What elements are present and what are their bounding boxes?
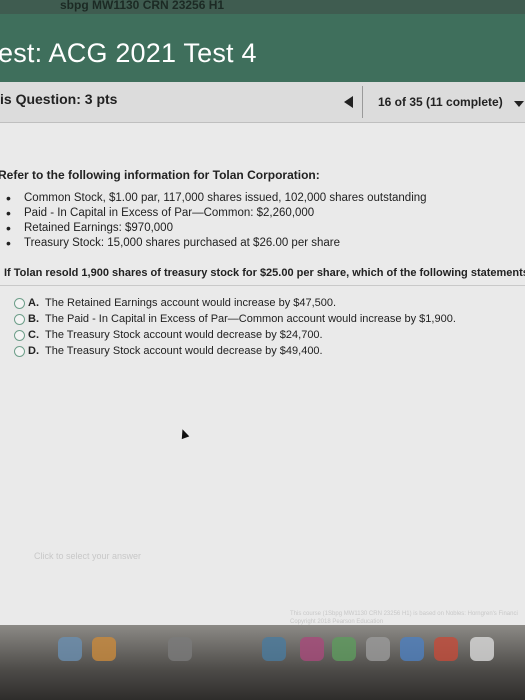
- list-item: Retained Earnings: $970,000: [0, 221, 427, 236]
- option-letter: A.: [28, 297, 39, 309]
- option-text: The Retained Earnings account would incr…: [45, 297, 337, 309]
- question-points: is Question: 3 pts: [0, 91, 118, 107]
- radio-icon[interactable]: [14, 330, 25, 341]
- page-title: est: ACG 2021 Test 4: [0, 38, 257, 68]
- copyright-footer: This course (1Sbpg MW1130 CRN 23256 H1) …: [290, 610, 525, 626]
- answer-option-c[interactable]: C. The Treasury Stock account would decre…: [14, 327, 456, 343]
- divider: [362, 86, 363, 118]
- app-icon[interactable]: [92, 637, 116, 661]
- option-text: The Treasury Stock account would decreas…: [45, 329, 323, 341]
- footer-course-text: This course (1Sbpg MW1130 CRN 23256 H1) …: [290, 611, 518, 617]
- mouse-cursor-icon: [178, 427, 190, 440]
- radio-icon[interactable]: [14, 346, 25, 357]
- calendar-icon[interactable]: [168, 637, 192, 661]
- app-icon[interactable]: [58, 637, 82, 661]
- chevron-down-icon[interactable]: [514, 101, 524, 107]
- app-icon[interactable]: [400, 637, 424, 661]
- option-letter: B.: [28, 313, 39, 325]
- taskbar-dock: [0, 625, 525, 700]
- app-icon[interactable]: [470, 637, 494, 661]
- facts-list: Common Stock, $1.00 par, 117,000 shares …: [0, 191, 427, 251]
- answer-option-b[interactable]: B. The Paid - In Capital in Excess of Par…: [14, 311, 456, 327]
- app-icon[interactable]: [366, 637, 390, 661]
- question-progress-select[interactable]: 16 of 35 (11 complete): [378, 95, 503, 109]
- divider: [0, 285, 525, 286]
- option-text: The Paid - In Capital in Excess of Par—C…: [45, 313, 456, 325]
- option-text: The Treasury Stock account would decreas…: [45, 345, 323, 357]
- app-window: sbpg MW1130 CRN 23256 H1 est: ACG 2021 T…: [0, 0, 525, 700]
- app-icon[interactable]: [332, 637, 356, 661]
- answer-hint: Click to select your answer: [34, 551, 142, 561]
- question-content: Refer to the following information for T…: [0, 123, 525, 700]
- app-icon[interactable]: [262, 637, 286, 661]
- list-item: Treasury Stock: 15,000 shares purchased …: [0, 236, 427, 251]
- option-letter: C.: [28, 329, 39, 341]
- answer-options: A. The Retained Earnings account would in…: [14, 295, 456, 359]
- question-intro: Refer to the following information for T…: [0, 168, 320, 182]
- app-icon[interactable]: [434, 637, 458, 661]
- question-text: If Tolan resold 1,900 shares of treasury…: [4, 267, 525, 279]
- list-item: Common Stock, $1.00 par, 117,000 shares …: [0, 191, 427, 206]
- test-header: est: ACG 2021 Test 4: [0, 14, 525, 82]
- list-item: Paid - In Capital in Excess of Par—Commo…: [0, 206, 427, 221]
- app-icon[interactable]: [300, 637, 324, 661]
- option-letter: D.: [28, 345, 39, 357]
- previous-question-icon[interactable]: [344, 96, 353, 108]
- question-bar: is Question: 3 pts 16 of 35 (11 complete…: [0, 82, 525, 123]
- answer-option-d[interactable]: D. The Treasury Stock account would decre…: [14, 343, 456, 359]
- radio-icon[interactable]: [14, 298, 25, 309]
- course-strip: sbpg MW1130 CRN 23256 H1: [0, 0, 525, 14]
- answer-option-a[interactable]: A. The Retained Earnings account would in…: [14, 295, 456, 311]
- course-strip-text: sbpg MW1130 CRN 23256 H1: [60, 0, 225, 12]
- radio-icon[interactable]: [14, 314, 25, 325]
